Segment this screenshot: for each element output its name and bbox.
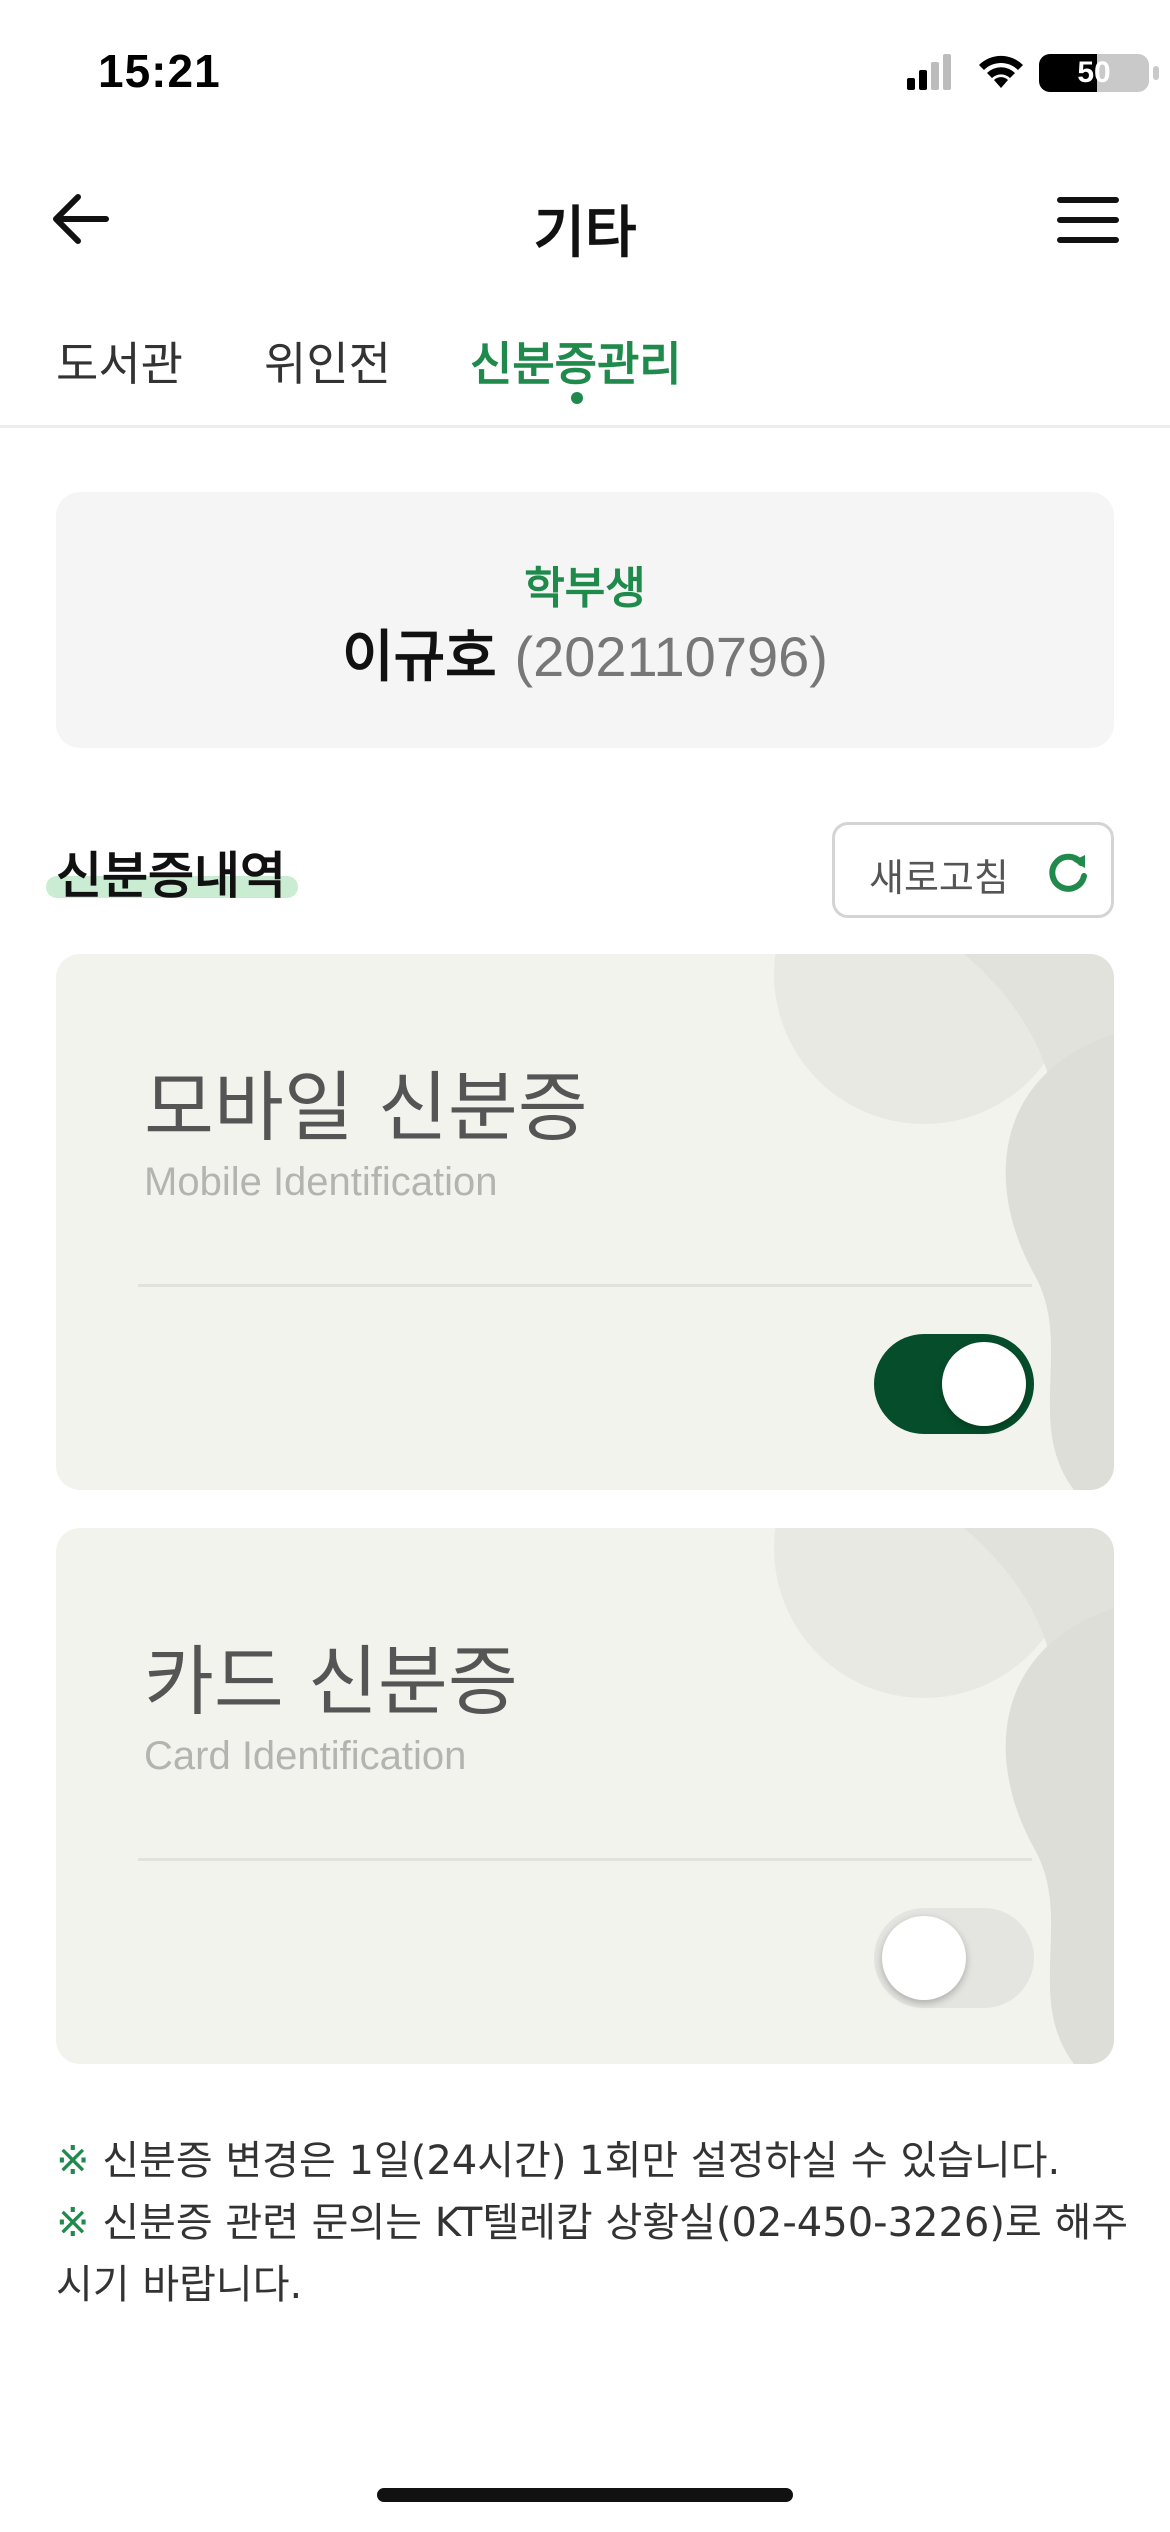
profile-card: 학부생 이규호 (202110796): [56, 492, 1114, 748]
notice-line-2: ※ 신분증 관련 문의는 KT텔레캅 상황실(02-450-3226)로 해주시…: [56, 2192, 1136, 2316]
toggle-knob: [882, 1916, 966, 2000]
notice-line-1-text: 신분증 변경은 1일(24시간) 1회만 설정하실 수 있습니다.: [102, 2138, 1061, 2184]
notice-line-2-text: 신분증 관련 문의는 KT텔레캅 상황실(02-450-3226)로 해주시기 …: [56, 2200, 1129, 2308]
profile-name-line: 이규호 (202110796): [56, 612, 1114, 693]
tab-bar: 도서관 위인전 신분증관리: [0, 310, 1170, 428]
wifi-icon: [979, 55, 1023, 88]
notice-mark: ※: [56, 2138, 90, 2184]
card-subtitle: Mobile Identification: [144, 1160, 498, 1204]
card-id-toggle[interactable]: [874, 1908, 1034, 2008]
section-header: 신분증내역: [46, 836, 298, 905]
toggle-knob: [942, 1342, 1026, 1426]
status-time: 15:21: [98, 45, 221, 97]
section-title: 신분증내역: [56, 847, 286, 905]
tab-id-management[interactable]: 신분증관리: [470, 328, 682, 394]
app-header: 기타: [0, 170, 1170, 270]
refresh-icon: [1049, 853, 1087, 892]
tab-biography[interactable]: 위인전: [264, 328, 391, 394]
user-name: 이규호: [342, 625, 497, 690]
active-tab-indicator: [571, 392, 583, 404]
card-subtitle: Card Identification: [144, 1734, 467, 1778]
battery-icon: 50: [1037, 52, 1163, 94]
refresh-button[interactable]: 새로고침: [832, 822, 1114, 918]
card-title: 카드 신분증: [144, 1637, 518, 1726]
student-id: (202110796): [514, 625, 828, 688]
tab-library[interactable]: 도서관: [56, 328, 183, 394]
card-id-card: 카드 신분증 Card Identification: [56, 1528, 1114, 2064]
card-divider: [138, 1284, 1032, 1287]
refresh-label: 새로고침: [869, 856, 1009, 900]
hamburger-menu-icon[interactable]: [1056, 188, 1120, 252]
card-divider: [138, 1858, 1032, 1861]
battery-level: 50: [1077, 56, 1111, 89]
notice-text: ※ 신분증 변경은 1일(24시간) 1회만 설정하실 수 있습니다. ※ 신분…: [56, 2130, 1136, 2316]
signal-icon: [907, 54, 951, 90]
mobile-id-card: 모바일 신분증 Mobile Identification: [56, 954, 1114, 1490]
notice-mark: ※: [56, 2200, 90, 2246]
mobile-id-toggle[interactable]: [874, 1334, 1034, 1434]
status-bar: 15:21 50: [0, 0, 1170, 150]
page-title: 기타: [533, 201, 637, 266]
notice-line-1: ※ 신분증 변경은 1일(24시간) 1회만 설정하실 수 있습니다.: [56, 2130, 1136, 2192]
home-indicator: [377, 2488, 793, 2502]
card-title: 모바일 신분증: [144, 1063, 588, 1152]
user-type-label: 학부생: [524, 563, 646, 614]
